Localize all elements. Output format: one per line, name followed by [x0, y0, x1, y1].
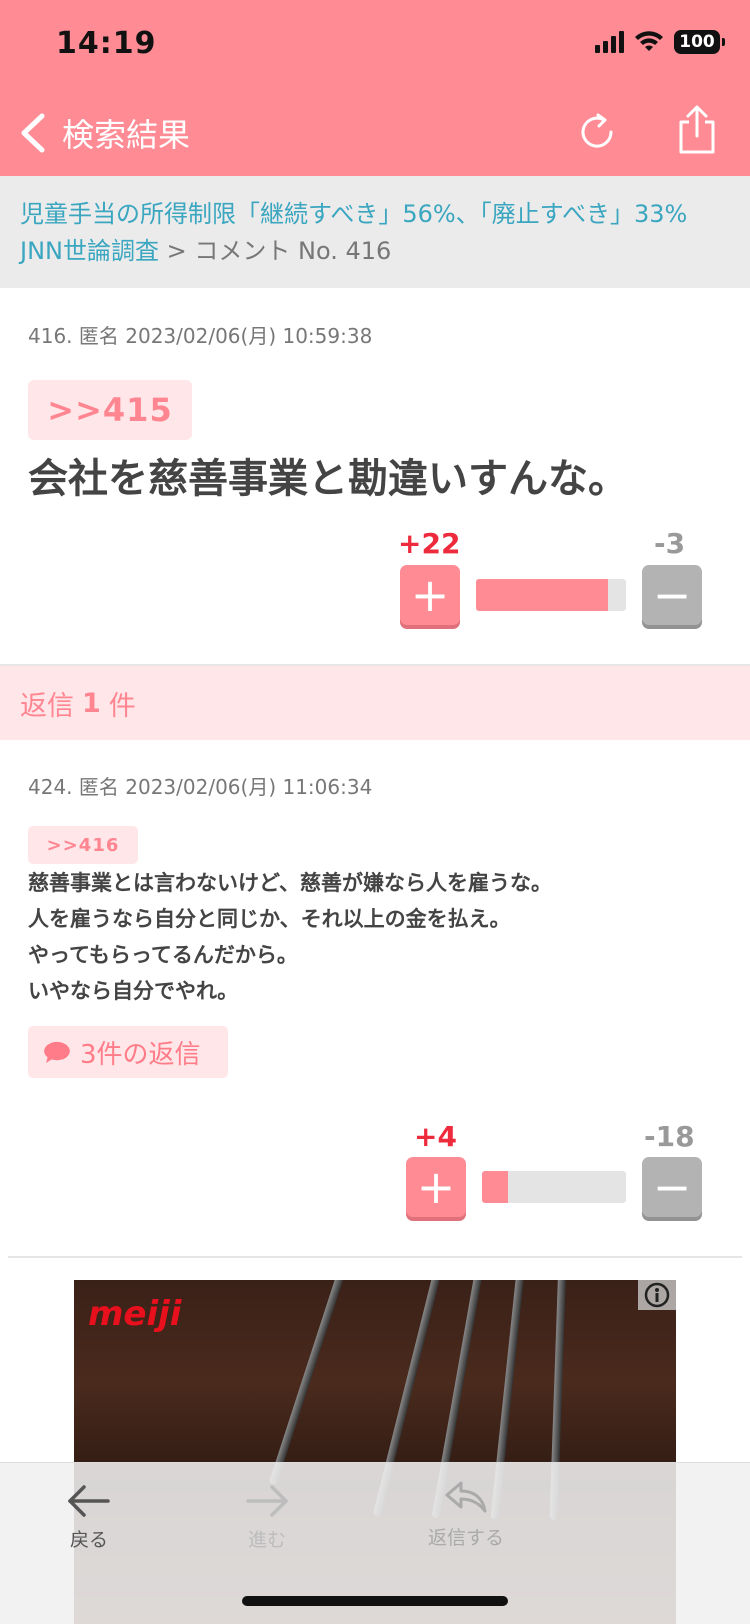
reply-meta: 424. 匿名 2023/02/06(月) 11:06:34: [28, 775, 373, 799]
reply-text-line: やってもらってるんだから。: [28, 943, 298, 967]
cellular-signal-icon: [595, 31, 624, 53]
replies-count: 1: [82, 687, 101, 719]
comment-meta: 416. 匿名 2023/02/06(月) 10:59:38: [28, 324, 373, 348]
toolbar-back-button[interactable]: 戻る: [66, 1483, 112, 1552]
replies-header: 返信 1 件: [0, 666, 750, 740]
share-icon[interactable]: [676, 104, 718, 156]
plus-vote-button[interactable]: +: [406, 1157, 466, 1217]
ad-info-icon[interactable]: [638, 1280, 676, 1310]
toolbar-forward-label: 進む: [247, 1529, 286, 1551]
plus-vote-button[interactable]: +: [400, 565, 460, 625]
toolbar-reply-label: 返信する: [428, 1527, 505, 1549]
reload-icon[interactable]: [578, 110, 618, 154]
view-replies-label: 3件の返信: [80, 1039, 201, 1070]
vote-ratio-bar: [482, 1171, 626, 1203]
vote-ratio-bar: [476, 579, 626, 611]
minus-vote-button[interactable]: −: [642, 565, 702, 625]
breadcrumb: 児童手当の所得制限「継続すべき」56%、「廃止すべき」33% JNN世論調査 >…: [0, 176, 750, 288]
back-chevron-icon[interactable]: [14, 108, 54, 158]
status-icons: 100: [595, 30, 725, 54]
vote-ratio-fill: [482, 1171, 508, 1203]
minus-vote-button[interactable]: −: [642, 1157, 702, 1217]
home-indicator: [242, 1596, 508, 1606]
status-time: 14:19: [56, 26, 157, 61]
toolbar-reply-button[interactable]: 返信する: [428, 1477, 504, 1550]
ad-image-whisk: [268, 1280, 348, 1486]
toolbar-forward-button[interactable]: 進む: [244, 1483, 290, 1552]
back-to-search-results[interactable]: 検索結果: [62, 110, 190, 156]
battery-icon: 100: [674, 30, 725, 54]
anchor-link[interactable]: >>415: [28, 380, 192, 440]
arrow-right-icon: [246, 1485, 288, 1517]
divider: [8, 1256, 742, 1258]
reply-text-line: 慈善事業とは言わないけど、慈善が嫌なら人を雇うな。: [28, 871, 552, 895]
view-replies-button[interactable]: 3件の返信: [28, 1026, 228, 1078]
ad-brand-logo: meiji: [88, 1294, 182, 1334]
vote-ratio-fill: [476, 579, 608, 611]
reply-text-line: いやなら自分でやれ。: [28, 979, 239, 1003]
plus-count: +22: [398, 527, 461, 560]
minus-count: -18: [644, 1120, 695, 1153]
reply-text-line: 人を雇うなら自分と同じか、それ以上の金を払え。: [28, 907, 511, 931]
reply-arrow-icon: [445, 1481, 487, 1513]
plus-count: +4: [414, 1120, 457, 1153]
toolbar-back-label: 戻る: [69, 1529, 108, 1551]
reply-anchor-link[interactable]: >>416: [28, 826, 138, 864]
app-header: 14:19 100 検索結果: [0, 0, 750, 176]
minus-count: -3: [654, 527, 686, 560]
breadcrumb-current: コメント No. 416: [194, 237, 392, 265]
wifi-icon: [635, 31, 663, 51]
speech-bubble-icon: [44, 1041, 70, 1063]
breadcrumb-separator: >: [166, 237, 187, 265]
comment-text: 会社を慈善事業と勘違いすんな。: [28, 456, 628, 502]
arrow-left-icon: [68, 1485, 110, 1517]
